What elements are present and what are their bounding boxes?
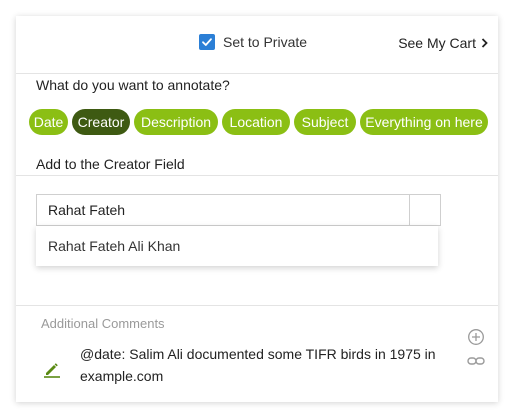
chip-location[interactable]: Location xyxy=(222,109,290,135)
chip-creator[interactable]: Creator xyxy=(72,109,130,135)
comment-text: @date: Salim Ali documented some TIFR bi… xyxy=(80,346,436,384)
suggestion-item[interactable]: Rahat Fateh Ali Khan xyxy=(36,238,180,254)
divider xyxy=(16,175,498,176)
chip-everything[interactable]: Everything on here xyxy=(360,109,488,135)
chip-description[interactable]: Description xyxy=(134,109,218,135)
private-label: Set to Private xyxy=(223,34,308,50)
pencil-icon[interactable] xyxy=(43,362,61,378)
checkmark-icon xyxy=(202,38,212,46)
cart-label: See My Cart xyxy=(398,35,476,51)
annotation-panel: Set to Private See My Cart What do you w… xyxy=(16,16,498,402)
divider xyxy=(16,73,498,74)
chip-subject[interactable]: Subject xyxy=(294,109,356,135)
comments-title: Additional Comments xyxy=(41,316,165,331)
input-add-button[interactable] xyxy=(410,195,440,225)
panel-header: Set to Private See My Cart xyxy=(16,16,498,72)
private-toggle[interactable]: Set to Private xyxy=(199,33,307,51)
see-my-cart-link[interactable]: See My Cart xyxy=(398,35,488,51)
link-icon[interactable] xyxy=(467,355,485,367)
creator-input[interactable]: Rahat Fateh xyxy=(37,195,410,225)
suggestion-dropdown: Rahat Fateh Ali Khan xyxy=(36,226,438,266)
chip-date[interactable]: Date xyxy=(29,109,68,135)
annotate-question: What do you want to annotate? xyxy=(36,77,230,93)
plus-circle-icon[interactable] xyxy=(467,328,485,346)
annotation-type-chips: Date Creator Description Location Subjec… xyxy=(29,109,488,135)
divider xyxy=(16,305,498,306)
private-checkbox[interactable] xyxy=(199,34,215,50)
creator-input-field[interactable]: Rahat Fateh xyxy=(36,194,441,226)
field-section-label: Add to the Creator Field xyxy=(36,156,185,172)
chevron-right-icon xyxy=(481,38,488,48)
